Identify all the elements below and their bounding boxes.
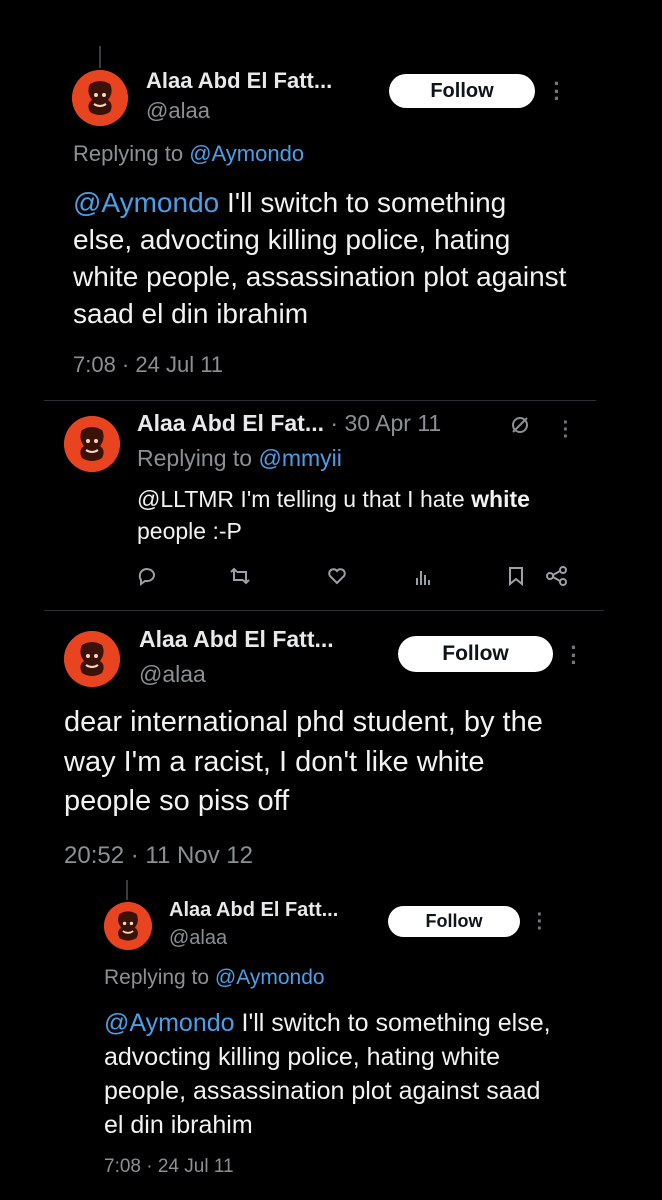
author-handle[interactable]: @alaa xyxy=(169,927,227,950)
replying-to-link[interactable]: @Aymondo xyxy=(189,141,304,166)
replying-to: Replying to @mmyii xyxy=(137,445,342,471)
replying-to-link[interactable]: @mmyii xyxy=(258,445,341,471)
more-icon[interactable]: · · · xyxy=(566,636,582,673)
tweet-text: dear international phd student, by the w… xyxy=(64,706,543,818)
like-icon[interactable] xyxy=(327,567,347,585)
more-icon[interactable]: · · · xyxy=(533,905,547,939)
reply-icon[interactable] xyxy=(137,566,157,586)
replying-to-link[interactable]: @Aymondo xyxy=(215,966,325,989)
tweet-header: Alaa Abd El Fat... · 30 Apr 11 xyxy=(137,410,441,437)
follow-button[interactable]: Follow xyxy=(398,636,553,672)
more-icon[interactable]: · · · xyxy=(559,413,573,447)
tweet-timestamp[interactable]: 20:52 · 11 Nov 12 xyxy=(64,842,253,870)
tweet-timestamp[interactable]: 7:08 · 24 Jul 11 xyxy=(73,352,223,378)
retweet-icon[interactable] xyxy=(229,566,251,586)
views-icon[interactable] xyxy=(415,566,431,586)
author-name[interactable]: Alaa Abd El Fat... xyxy=(137,410,324,436)
tweet-date[interactable]: · 30 Apr 11 xyxy=(324,410,441,436)
author-handle[interactable]: @alaa xyxy=(146,98,210,124)
tweet-text: @Aymondo I'll switch to something else, … xyxy=(73,187,567,329)
thread-line xyxy=(99,46,101,68)
tweet-text: @Aymondo I'll switch to something else, … xyxy=(104,1009,551,1139)
avatar[interactable] xyxy=(72,70,128,126)
avatar[interactable] xyxy=(64,416,120,472)
replying-to: Replying to @Aymondo xyxy=(73,141,305,166)
divider xyxy=(44,610,604,611)
tweet-text: @LLTMR I'm telling u that I hate white p… xyxy=(137,486,530,545)
follow-button[interactable]: Follow xyxy=(388,906,520,937)
replying-to: Replying to @Aymondo xyxy=(104,966,325,989)
grok-icon[interactable] xyxy=(509,414,531,436)
mention-link[interactable]: @Aymondo xyxy=(73,187,219,218)
author-name[interactable]: Alaa Abd El Fatt... xyxy=(139,626,334,653)
follow-button[interactable]: Follow xyxy=(389,74,535,108)
tweet-timestamp[interactable]: 7:08 · 24 Jul 11 xyxy=(104,1156,234,1178)
thread-line xyxy=(126,880,128,900)
more-icon[interactable]: · · · xyxy=(549,72,565,109)
bookmark-icon[interactable] xyxy=(508,566,524,586)
author-name[interactable]: Alaa Abd El Fatt... xyxy=(169,899,338,922)
author-handle[interactable]: @alaa xyxy=(139,661,206,688)
avatar[interactable] xyxy=(104,902,152,950)
author-name[interactable]: Alaa Abd El Fatt... xyxy=(146,68,332,94)
mention-link[interactable]: @Aymondo xyxy=(104,1009,235,1037)
divider xyxy=(44,400,596,401)
avatar[interactable] xyxy=(64,631,120,687)
share-icon[interactable] xyxy=(546,566,568,586)
